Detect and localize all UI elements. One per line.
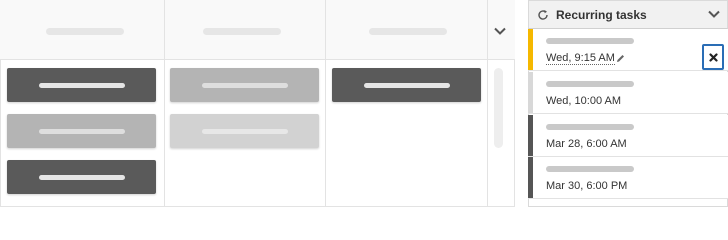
card-label-placeholder bbox=[201, 128, 288, 134]
board-scrollbar[interactable] bbox=[494, 68, 503, 148]
task-color-stripe bbox=[528, 115, 533, 156]
chevron-down-icon bbox=[494, 27, 506, 35]
remove-task-button[interactable] bbox=[702, 44, 724, 70]
task-card[interactable] bbox=[332, 68, 481, 102]
task-color-stripe bbox=[528, 29, 533, 70]
refresh-icon bbox=[538, 9, 548, 20]
task-card[interactable] bbox=[170, 114, 319, 148]
column-header-placeholder bbox=[203, 28, 281, 35]
task-time: Mar 30, 6:00 PM bbox=[546, 180, 628, 192]
task-card[interactable] bbox=[7, 114, 156, 148]
card-label-placeholder bbox=[38, 174, 125, 180]
card-label-placeholder bbox=[201, 82, 288, 88]
recurring-task-item[interactable]: Mar 28, 6:00 AM bbox=[528, 115, 728, 157]
task-time[interactable]: Wed, 9:15 AM bbox=[546, 52, 615, 65]
chevron-down-icon[interactable] bbox=[708, 10, 720, 18]
card-label-placeholder bbox=[38, 82, 125, 88]
column-divider bbox=[325, 0, 326, 207]
card-label-placeholder bbox=[38, 128, 125, 134]
task-name-placeholder bbox=[546, 124, 634, 130]
close-icon bbox=[708, 52, 718, 62]
expand-columns-button[interactable] bbox=[488, 15, 512, 47]
task-name-placeholder bbox=[546, 166, 634, 172]
task-time: Wed, 10:00 AM bbox=[546, 95, 622, 107]
recurring-task-item[interactable]: Mar 30, 6:00 PM bbox=[528, 157, 728, 199]
card-label-placeholder bbox=[363, 82, 450, 88]
recurring-task-item[interactable]: Wed, 9:15 AM bbox=[528, 29, 728, 71]
task-card[interactable] bbox=[170, 68, 319, 102]
pencil-icon[interactable] bbox=[615, 52, 625, 64]
panel-header[interactable]: Recurring tasks bbox=[528, 0, 728, 29]
column-header-placeholder bbox=[369, 28, 447, 35]
task-name-placeholder bbox=[546, 81, 634, 87]
task-card[interactable] bbox=[7, 68, 156, 102]
task-card[interactable] bbox=[7, 160, 156, 194]
task-time: Mar 28, 6:00 AM bbox=[546, 138, 627, 150]
task-color-stripe bbox=[528, 157, 533, 198]
task-color-stripe bbox=[528, 72, 533, 113]
column-divider bbox=[164, 0, 165, 207]
task-name-placeholder bbox=[546, 38, 634, 44]
recurring-task-item[interactable]: Wed, 10:00 AM bbox=[528, 72, 728, 114]
panel-title: Recurring tasks bbox=[556, 7, 647, 22]
column-header-placeholder bbox=[46, 28, 124, 35]
